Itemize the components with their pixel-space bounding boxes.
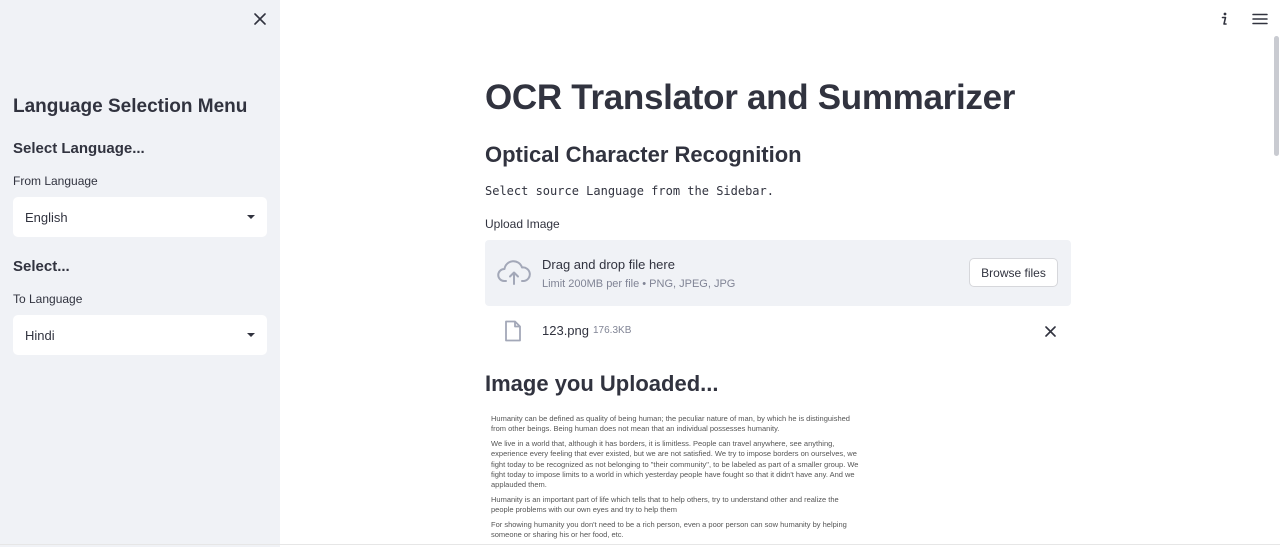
file-icon	[505, 320, 521, 342]
image-paragraph: For showing humanity you don't need to b…	[491, 519, 847, 540]
image-paragraph: Humanity can be defined as quality of be…	[491, 414, 850, 434]
file-dropzone[interactable]: Drag and drop file here Limit 200MB per …	[485, 240, 1071, 306]
dropzone-title: Drag and drop file here	[542, 257, 675, 272]
divider	[0, 544, 1280, 545]
uploaded-image: Humanity can be defined as quality of be…	[485, 408, 865, 547]
to-language-label: To Language	[13, 292, 83, 306]
file-name: 123.png	[542, 323, 589, 338]
chevron-down-icon	[247, 215, 255, 219]
from-language-select[interactable]: English	[13, 197, 267, 237]
upload-label: Upload Image	[485, 217, 560, 231]
close-icon[interactable]	[250, 9, 270, 29]
scrollbar-thumb[interactable]	[1274, 36, 1279, 156]
uploaded-file-row: 123.png 176.3KB	[485, 316, 1071, 346]
to-language-value: Hindi	[25, 327, 55, 343]
to-language-select[interactable]: Hindi	[13, 315, 267, 355]
cloud-upload-icon	[497, 260, 531, 285]
page-title: OCR Translator and Summarizer	[485, 78, 1016, 117]
to-language-subheading: Select...	[13, 258, 70, 275]
ocr-section-title: Optical Character Recognition	[485, 142, 802, 167]
file-size: 176.3KB	[593, 325, 632, 336]
hamburger-menu-icon[interactable]	[1249, 8, 1271, 30]
image-paragraph: Humanity is an important part of life wh…	[491, 494, 839, 515]
info-icon[interactable]	[1213, 8, 1235, 30]
sidebar-heading: Language Selection Menu	[13, 96, 248, 117]
chevron-down-icon	[247, 333, 255, 337]
browse-files-button[interactable]: Browse files	[969, 258, 1058, 287]
dropzone-limit: Limit 200MB per file • PNG, JPEG, JPG	[542, 278, 736, 290]
sidebar: Language Selection Menu Select Language.…	[0, 0, 280, 547]
app-root: Language Selection Menu Select Language.…	[0, 0, 1280, 547]
from-language-subheading: Select Language...	[13, 140, 145, 157]
image-paragraph: We live in a world that, although it has…	[491, 438, 859, 490]
from-language-label: From Language	[13, 174, 98, 188]
close-icon[interactable]	[1041, 322, 1059, 340]
instruction-text: Select source Language from the Sidebar.	[485, 184, 774, 198]
from-language-value: English	[25, 209, 68, 225]
uploaded-section-title: Image you Uploaded...	[485, 371, 719, 396]
